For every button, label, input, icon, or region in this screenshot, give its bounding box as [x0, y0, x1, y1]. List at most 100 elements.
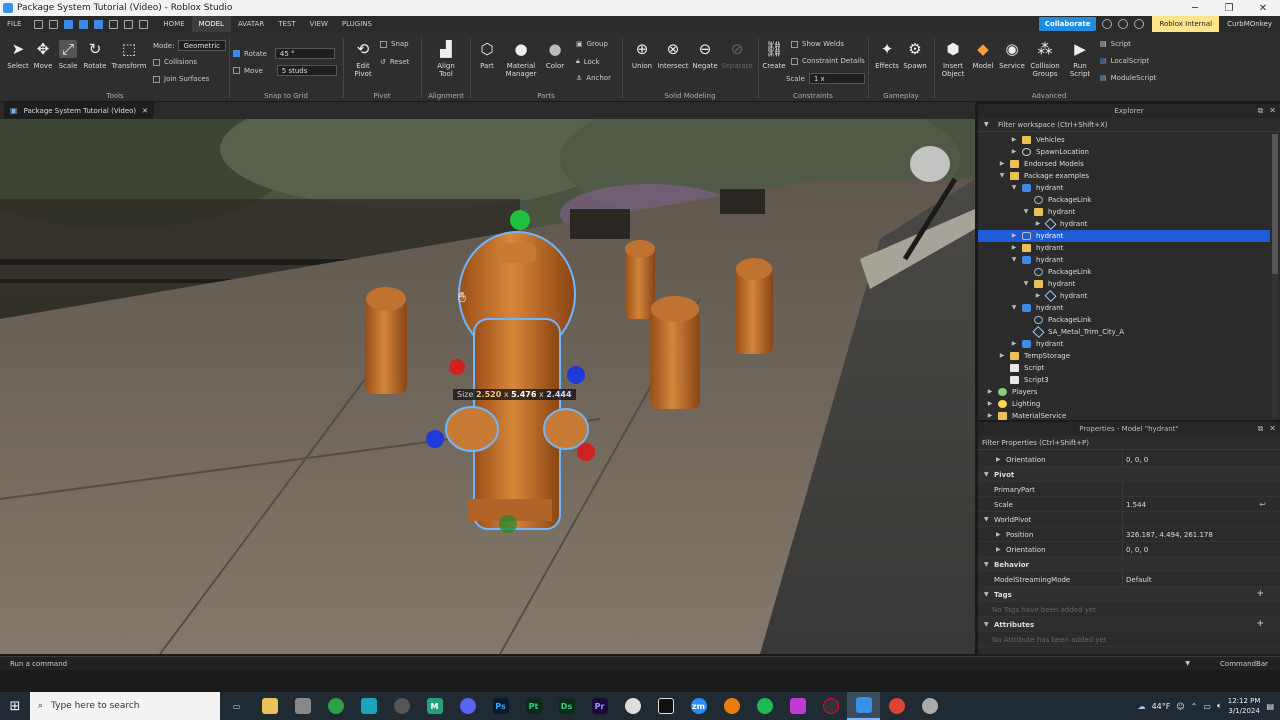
app-2[interactable] — [286, 692, 319, 720]
help-icon[interactable] — [1102, 19, 1113, 29]
property-row[interactable]: ▼ WorldPivot — [978, 512, 1280, 527]
negate-button[interactable]: ⊖ Negate — [690, 40, 720, 70]
explorer-item[interactable]: ▶ SpawnLocation — [978, 146, 1270, 158]
property-value[interactable]: 0, 0, 0 — [1126, 456, 1148, 464]
app-17[interactable] — [781, 692, 814, 720]
chevron-down-icon[interactable]: ▼ — [1185, 660, 1190, 667]
chevron-right-icon[interactable]: ▶ — [1010, 134, 1018, 146]
discord-app[interactable] — [451, 692, 484, 720]
explorer-item[interactable]: ▶ hydrant — [978, 230, 1270, 242]
property-row[interactable]: ▶ Orientation 0, 0, 0 — [978, 452, 1280, 467]
explorer-item[interactable]: ▼ hydrant — [978, 182, 1270, 194]
chevron-up-icon[interactable]: ⌃ — [1191, 702, 1198, 711]
explorer-item[interactable]: SA_Metal_Trim_City_A — [978, 325, 1270, 339]
transform-tool-button[interactable]: ⬚ Transform — [110, 40, 148, 70]
align-tool-button[interactable]: ▟ Align Tool — [434, 40, 458, 78]
menu-home[interactable]: HOME — [156, 16, 191, 32]
move-tool-button[interactable]: ✥ Move — [31, 40, 55, 70]
chevron-down-icon[interactable]: ▼ — [1022, 278, 1030, 290]
undo-icon[interactable] — [124, 19, 134, 29]
chevron-down-icon[interactable]: ▼ — [1010, 182, 1018, 194]
chevron-right-icon[interactable]: ▶ — [1010, 230, 1018, 242]
volume-icon[interactable]: 🔈︎ — [1217, 701, 1222, 711]
explorer-item[interactable]: ▶ Players — [978, 386, 1270, 398]
popout-icon[interactable]: ⧉ — [1258, 104, 1264, 118]
explorer-item[interactable]: ▶ hydrant — [978, 338, 1270, 350]
cloud-icon[interactable] — [1118, 19, 1129, 29]
open-file-icon[interactable] — [49, 19, 59, 29]
move-snap-input[interactable]: 5 studs — [276, 65, 337, 76]
intersect-button[interactable]: ⊗ Intersect — [656, 40, 690, 70]
property-value[interactable]: 0, 0, 0 — [1126, 546, 1148, 554]
script-button[interactable]: Script — [1111, 40, 1131, 48]
explorer-item[interactable]: PackageLink — [978, 266, 1270, 278]
chevron-down-icon[interactable]: ▼ — [1022, 206, 1030, 218]
explorer-item[interactable]: ▶ Endorsed Models — [978, 158, 1270, 170]
chevron-down-icon[interactable]: ▼ — [1010, 254, 1018, 266]
task-view-button[interactable]: ▭ — [220, 692, 253, 720]
chevron-right-icon[interactable]: ▶ — [996, 546, 1001, 553]
app-4[interactable] — [352, 692, 385, 720]
explorer-item[interactable]: Script — [978, 362, 1270, 374]
property-row[interactable]: ModelStreamingMode Default — [978, 572, 1280, 587]
property-row[interactable]: ▶ Orientation 0, 0, 0 — [978, 542, 1280, 557]
move-snap-checkbox[interactable] — [233, 67, 240, 74]
chevron-right-icon[interactable]: ▶ — [1010, 146, 1018, 158]
explorer-item[interactable]: PackageLink — [978, 314, 1270, 326]
publish-icon[interactable] — [79, 19, 89, 29]
redo-icon[interactable] — [139, 19, 149, 29]
close-panel-icon[interactable]: ✕ — [1269, 104, 1276, 118]
menu-view[interactable]: VIEW — [303, 16, 335, 32]
chevron-right-icon[interactable]: ▶ — [1034, 218, 1042, 230]
menu-model[interactable]: MODEL — [191, 16, 231, 32]
popout-icon[interactable]: ⧉ — [1258, 422, 1264, 436]
property-category[interactable]: ▼ Tags + — [978, 587, 1280, 602]
chevron-right-icon[interactable]: ▶ — [996, 456, 1001, 463]
chevron-right-icon[interactable]: ▶ — [996, 531, 1001, 538]
insert-object-button[interactable]: ⬢ Insert Object — [940, 40, 966, 78]
rotate-snap-checkbox[interactable] — [233, 50, 240, 57]
app-18[interactable] — [814, 692, 847, 720]
blender-app[interactable] — [715, 692, 748, 720]
app-13[interactable] — [649, 692, 682, 720]
join-surfaces-checkbox[interactable] — [153, 75, 160, 83]
menu-plugins[interactable]: PLUGINS — [335, 16, 379, 32]
localscript-button[interactable]: LocalScript — [1111, 57, 1149, 65]
explorer-item[interactable]: PackageLink — [978, 194, 1270, 206]
rotate-tool-button[interactable]: ↻ Rotate — [82, 40, 108, 70]
menu-test[interactable]: TEST — [271, 16, 302, 32]
close-panel-icon[interactable]: ✕ — [1269, 422, 1276, 436]
roblox-studio-app[interactable] — [847, 692, 880, 720]
reset-icon[interactable]: ↩ — [1259, 500, 1266, 509]
pivot-reset-button[interactable]: Reset — [390, 58, 410, 66]
menu-avatar[interactable]: AVATAR — [231, 16, 271, 32]
new-file-icon[interactable] — [34, 19, 44, 29]
property-category[interactable]: ▼ Pivot — [978, 467, 1280, 482]
chevron-right-icon[interactable]: ▶ — [986, 410, 994, 422]
explorer-item[interactable]: ▶ TempStorage — [978, 350, 1270, 362]
explorer-item[interactable]: Script3 — [978, 374, 1270, 386]
add-icon[interactable]: + — [1256, 619, 1264, 629]
mode-dropdown[interactable]: Geometric — [178, 40, 227, 51]
explorer-item[interactable]: ▼ Package examples — [978, 170, 1270, 182]
spotify-app[interactable] — [748, 692, 781, 720]
file-explorer-app[interactable] — [253, 692, 286, 720]
chevron-right-icon[interactable]: ▶ — [986, 386, 994, 398]
property-value[interactable]: 1.544 — [1126, 501, 1146, 509]
3d-viewport[interactable]: Size 2.520 x 5.476 x 2.444 ✋︎ — [0, 119, 975, 654]
document-tab[interactable]: ▣ Package System Tutorial (Video) ✕ — [4, 102, 155, 119]
group-button[interactable]: Group — [587, 40, 608, 48]
chrome-app[interactable] — [319, 692, 352, 720]
effects-button[interactable]: ✦ Effects — [874, 40, 900, 70]
add-icon[interactable]: + — [1256, 589, 1264, 599]
property-category[interactable]: ▼ Behavior — [978, 557, 1280, 572]
chevron-down-icon[interactable]: ▼ — [998, 170, 1006, 182]
properties-filter-input[interactable]: Filter Properties (Ctrl+Shift+P) — [978, 436, 1280, 450]
photoshop-app[interactable]: Ps — [484, 692, 517, 720]
property-value[interactable]: 326.187, 4.494, 261.178 — [1126, 531, 1213, 539]
painter-app[interactable]: Pt — [517, 692, 550, 720]
lock-button[interactable]: Lock — [584, 58, 600, 66]
anchor-button[interactable]: Anchor — [586, 74, 611, 82]
property-row[interactable]: Scale 1.544 ↩ — [978, 497, 1280, 512]
app-21[interactable] — [913, 692, 946, 720]
